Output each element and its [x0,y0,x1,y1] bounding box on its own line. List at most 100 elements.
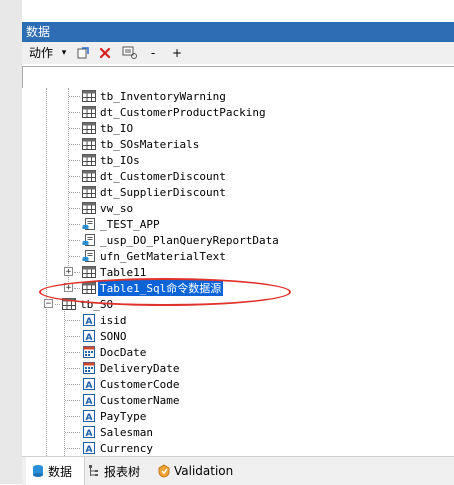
field-item[interactable]: DocDate [82,344,146,360]
edit-button[interactable] [74,42,92,64]
tree-item-label: tb_SOsMaterials [100,137,200,151]
tree-item[interactable]: vw_so [82,200,133,216]
tree-item[interactable]: dt_SupplierDiscount [82,184,226,200]
tree-connector [65,336,80,337]
tree-item[interactable]: ufn_GetMaterialText [82,248,226,264]
tree-item[interactable]: tb_IOs [82,152,140,168]
tree-connector [69,208,80,209]
string-field-icon: A [83,330,95,342]
query-builder-button[interactable] [120,42,140,64]
tree-item-label: CustomerCode [100,377,180,391]
tree-item-label: Currency [100,441,153,455]
procedure-icon [82,218,95,230]
tab-report-tree-label: 报表树 [104,464,141,479]
tree-item-label: vw_so [100,201,134,215]
tree-item-label: SONO [100,329,127,343]
field-item[interactable]: A CustomerCode [82,376,179,392]
action-dropdown-button[interactable]: ▾ [58,42,70,64]
string-field-icon: A [83,426,95,438]
field-item[interactable]: A CustomerName [82,392,179,408]
tab-data-label: 数据 [48,464,73,479]
tree-connector [69,176,80,177]
svg-text:A: A [86,333,93,342]
tab-data[interactable]: 数据 [26,457,85,485]
field-item[interactable]: A PayType [82,408,146,424]
tab-report-tree[interactable]: 报表树 [88,457,150,485]
tab-validation[interactable]: Validation [158,457,248,485]
tree-item-label: _TEST_APP [100,217,160,231]
tree-item[interactable]: _TEST_APP [82,216,160,232]
field-item[interactable]: DeliveryDate [82,360,179,376]
tree-connector [69,240,80,241]
tree-connector [74,272,80,273]
table-icon [82,282,96,294]
tree-item-label: tb_IOs [100,153,140,167]
string-field-icon: A [83,394,95,406]
data-source-tree[interactable]: tb_InventoryWarning dt_CustomerProductPac… [22,88,454,456]
tree-item[interactable]: _usp_DO_PlanQueryReportData [82,232,279,248]
tree-guide-line [68,88,69,290]
tree-item-label: CustomerName [100,393,180,407]
tree-item-selected-table[interactable]: Table1_Sql命令数据源 [82,280,224,296]
tree-item[interactable]: tb_IO [82,120,133,136]
minus-icon: - [150,46,156,60]
tree-connector [69,144,80,145]
tree-item-table11[interactable]: Table11 [82,264,146,280]
table-icon [82,90,96,102]
collapse-icon[interactable]: − [44,299,53,309]
tree-item-label: DeliveryDate [100,361,180,375]
tree-item-label: Table1_Sql命令数据源 [98,280,224,296]
field-item[interactable]: Aisid [82,312,127,328]
left-edge-strip [0,0,22,484]
tree-connector [65,432,80,433]
tree-item-label: ufn_GetMaterialText [100,249,226,263]
tree-item-label: DocDate [100,345,147,359]
tree-item-label: Table11 [100,265,147,279]
tree-connector [55,304,60,305]
tree-item-label: tb_IO [100,121,134,135]
tree-item[interactable]: dt_CustomerDiscount [82,168,226,184]
vertical-scrollbar[interactable] [444,88,454,456]
tree-connector [69,256,80,257]
tree-connector [69,96,80,97]
table-icon [82,154,96,166]
tree-item-label: Salesman [100,425,153,439]
delete-icon [99,47,111,59]
tree-guide-line [64,304,65,456]
tree-item[interactable]: tb_InventoryWarning [82,88,226,104]
bottom-tab-bar: 数据 报表树 Validation [22,456,454,485]
panel-title-bar: 数据 [22,22,454,42]
database-icon [33,465,43,477]
svg-text:A: A [86,381,93,390]
tree-item[interactable]: dt_CustomerProductPacking [82,104,266,120]
svg-text:A: A [86,429,93,438]
svg-text:A: A [86,317,93,326]
tree-guide-line [46,88,47,456]
tree-item-label: tb_InventoryWarning [100,89,226,103]
search-input[interactable] [22,66,454,90]
svg-text:A: A [86,445,93,454]
tree-item[interactable]: tb_SOsMaterials [82,136,199,152]
panel-title: 数据 [26,25,51,39]
table-icon [82,266,96,278]
expand-all-button[interactable]: + [170,42,184,64]
toolbar: 动作 ▾ - + [22,42,454,64]
field-item[interactable]: A Salesman [82,424,153,440]
tree-item-label: _usp_DO_PlanQueryReportData [100,233,279,247]
field-item[interactable]: A SONO [82,328,127,344]
delete-button[interactable] [96,42,114,64]
tree-connector [69,224,80,225]
tree-connector [65,448,80,449]
field-item[interactable]: A Currency [82,440,153,456]
svg-text:A: A [86,397,93,406]
collapse-all-button[interactable]: - [146,42,160,64]
expand-icon[interactable]: + [64,267,73,277]
procedure-icon [82,250,95,262]
date-field-icon [83,346,95,358]
action-menu-button[interactable]: 动作 [26,42,56,64]
tree-item-tb-so[interactable]: tb_SO [62,296,113,312]
expand-icon[interactable]: + [64,283,73,293]
tree-connector [74,288,80,289]
table-icon [82,138,96,150]
tree-item-label: dt_CustomerDiscount [100,169,226,183]
